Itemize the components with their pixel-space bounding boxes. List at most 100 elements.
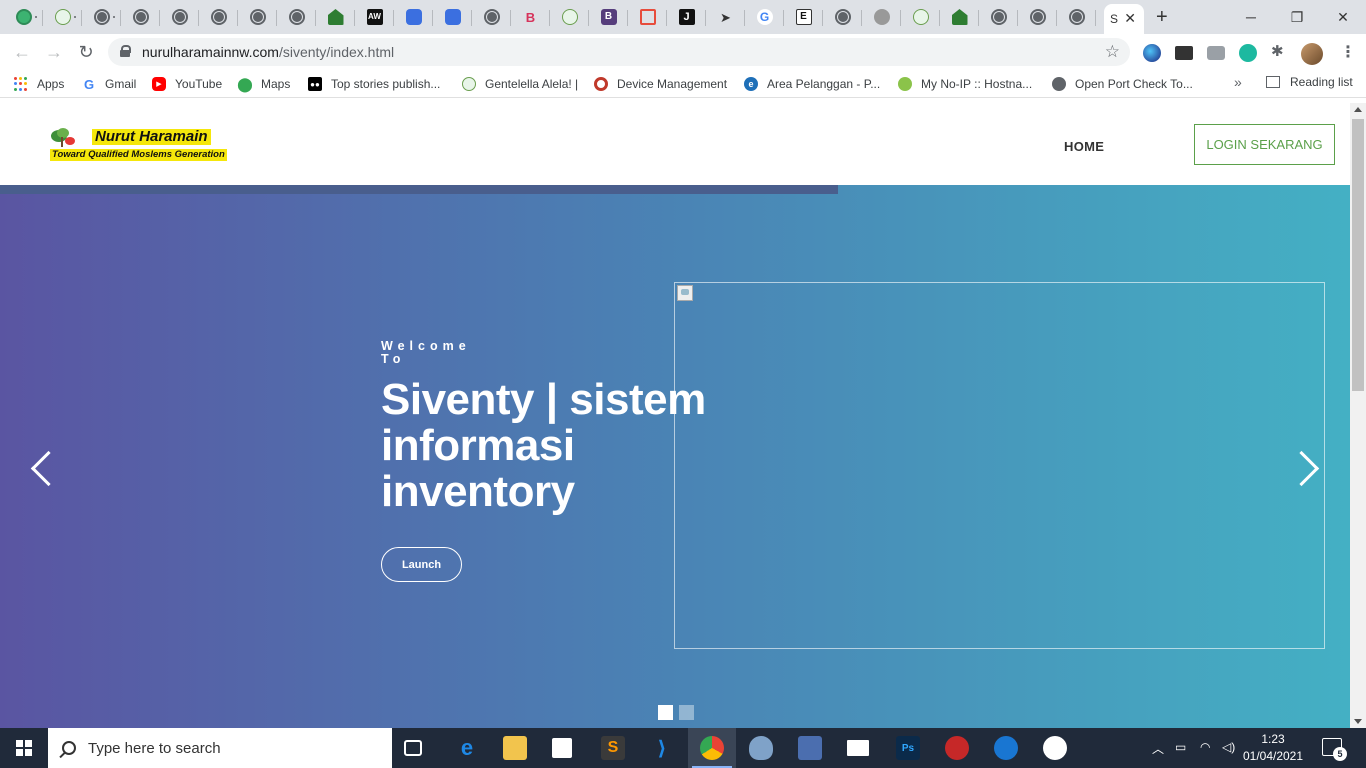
red-app-icon[interactable]	[945, 736, 969, 760]
vscode-icon[interactable]: ⟩	[650, 736, 674, 760]
camera-icon[interactable]	[1207, 46, 1225, 60]
puzzle-icon[interactable]: ✱	[1271, 42, 1289, 60]
restore-button[interactable]: ❐	[1274, 4, 1320, 30]
login-button[interactable]: LOGIN SEKARANG	[1194, 124, 1335, 165]
bookmark-item[interactable]: Apps	[14, 75, 64, 93]
nav-home-link[interactable]: HOME	[1064, 139, 1104, 154]
tab[interactable]	[394, 4, 433, 30]
tab[interactable]	[43, 4, 82, 30]
notifications-icon[interactable]: 5	[1322, 738, 1347, 761]
menu-kebab-icon[interactable]: ⋮	[1340, 42, 1356, 62]
globe-icon	[249, 9, 266, 25]
system-clock[interactable]: 1:23 01/04/2021	[1238, 731, 1308, 765]
reading-list-button[interactable]: Reading list	[1266, 75, 1353, 89]
mail-icon[interactable]	[847, 740, 869, 756]
close-tab-icon[interactable]: ✕	[1124, 10, 1136, 27]
bookmark-item[interactable]: Device Management	[594, 75, 727, 93]
tab[interactable]: B	[589, 4, 628, 30]
tab[interactable]	[1057, 4, 1096, 30]
tab[interactable]	[901, 4, 940, 30]
tab[interactable]	[4, 4, 43, 30]
address-bar[interactable]: nurulharamainnw.com/siventy/index.html ☆	[108, 38, 1130, 66]
store-icon[interactable]	[552, 738, 572, 758]
carousel-dot[interactable]	[679, 705, 694, 720]
reload-button[interactable]: ↻	[74, 40, 98, 64]
tab[interactable]	[1018, 4, 1057, 30]
tab[interactable]: AW	[355, 4, 394, 30]
bookmark-item[interactable]: My No-IP :: Hostna...	[898, 75, 1032, 93]
carousel-prev-icon[interactable]	[28, 448, 54, 488]
sublime-text-icon[interactable]: S	[601, 736, 625, 760]
tab[interactable]: G	[745, 4, 784, 30]
tab[interactable]: B	[511, 4, 550, 30]
noip-icon	[898, 77, 912, 91]
scroll-up-arrow-icon[interactable]	[1354, 107, 1362, 112]
blue-app-icon[interactable]	[994, 736, 1018, 760]
scroll-thumb[interactable]	[1352, 119, 1364, 391]
tab[interactable]	[940, 4, 979, 30]
device-icon	[594, 77, 608, 91]
avatar[interactable]	[1301, 43, 1323, 65]
carousel-next-icon[interactable]	[1296, 448, 1322, 488]
network-app-icon[interactable]	[798, 736, 822, 760]
back-button[interactable]: ←	[10, 40, 34, 64]
lock-icon[interactable]	[120, 45, 131, 57]
bookmark-item[interactable]: e Area Pelanggan - P...	[744, 75, 880, 93]
tab[interactable]	[979, 4, 1018, 30]
start-button[interactable]	[0, 728, 48, 768]
minimize-button[interactable]: ─	[1228, 4, 1274, 30]
close-window-button[interactable]: ✕	[1320, 4, 1366, 30]
tab[interactable]	[160, 4, 199, 30]
tab[interactable]	[121, 4, 160, 30]
bookmark-item[interactable]: ⬤ Maps	[237, 75, 290, 93]
active-tab[interactable]: S ✕	[1104, 4, 1144, 34]
tab[interactable]	[238, 4, 277, 30]
postgresql-icon[interactable]	[749, 736, 773, 760]
site-logo[interactable]: Nurut Haramain Toward Qualified Moslems …	[50, 125, 230, 163]
tab[interactable]	[550, 4, 589, 30]
tab[interactable]	[277, 4, 316, 30]
file-explorer-icon[interactable]	[503, 736, 527, 760]
taskbar-search[interactable]: Type here to search	[48, 728, 392, 768]
bookmark-item[interactable]: Gentelella Alela! |	[462, 75, 578, 93]
panda-app-icon[interactable]	[1043, 736, 1067, 760]
apple-icon	[873, 9, 890, 25]
tab[interactable]	[472, 4, 511, 30]
apps-grid-icon	[14, 77, 28, 91]
tab[interactable]: J	[667, 4, 706, 30]
launch-button[interactable]: Launch	[381, 547, 462, 582]
extension-m-icon[interactable]	[1239, 44, 1257, 62]
extension-globe-icon[interactable]	[1143, 44, 1161, 62]
tab[interactable]	[316, 4, 355, 30]
new-tab-button[interactable]: +	[1156, 6, 1168, 29]
forward-button[interactable]: →	[42, 40, 66, 64]
bookmark-item[interactable]: ●● Top stories publish...	[308, 75, 440, 93]
tab[interactable]	[862, 4, 901, 30]
tab[interactable]	[199, 4, 238, 30]
battery-icon[interactable]: ▭	[1175, 740, 1186, 754]
scroll-down-arrow-icon[interactable]	[1354, 719, 1362, 724]
url-text[interactable]: nurulharamainnw.com/siventy/index.html	[142, 44, 394, 60]
tab[interactable]	[82, 4, 121, 30]
photoshop-icon[interactable]: Ps	[896, 736, 920, 760]
bookmark-item[interactable]: G Gmail	[82, 75, 136, 93]
chrome-icon[interactable]	[700, 736, 724, 760]
task-view-icon[interactable]	[404, 740, 422, 756]
tab[interactable]: E	[784, 4, 823, 30]
wifi-icon[interactable]: ◠	[1200, 740, 1210, 754]
bookmark-item[interactable]: Open Port Check To...	[1052, 75, 1193, 93]
extension-new-icon[interactable]	[1175, 46, 1193, 60]
tab[interactable]: ➤	[706, 4, 745, 30]
carousel-dot-active[interactable]	[658, 705, 673, 720]
tab[interactable]	[628, 4, 667, 30]
tab[interactable]	[433, 4, 472, 30]
page-scrollbar[interactable]	[1350, 103, 1366, 728]
more-bookmarks-icon[interactable]: »	[1234, 74, 1242, 90]
bookmark-star-icon[interactable]: ☆	[1105, 42, 1120, 62]
tab[interactable]	[823, 4, 862, 30]
bookmark-item[interactable]: ▶ YouTube	[152, 75, 222, 93]
tray-chevron-icon[interactable]: ︿	[1152, 740, 1164, 757]
globe-icon	[834, 9, 851, 25]
volume-icon[interactable]: ◁)	[1222, 740, 1235, 754]
edge-icon[interactable]: e	[455, 735, 479, 760]
